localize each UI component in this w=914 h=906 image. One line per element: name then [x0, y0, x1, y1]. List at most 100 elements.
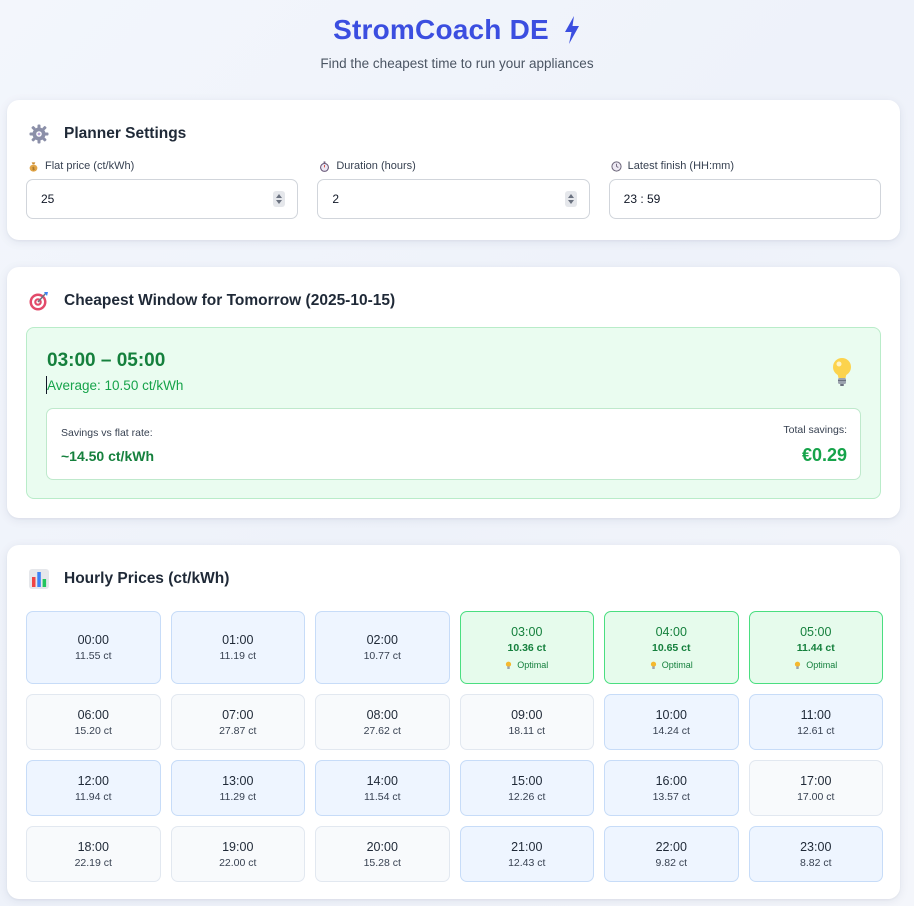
hour-tile-2100: 21:00 12.43 ct: [459, 826, 594, 882]
hour-tile-0400: 04:00 10.65 ct Optimal: [604, 611, 739, 684]
hour-time: 04:00: [655, 625, 687, 639]
hour-price: 13.57 ct: [652, 790, 690, 803]
hour-time: 05:00: [800, 625, 832, 639]
hour-price: 8.82 ct: [799, 856, 832, 869]
flat-price-stepper[interactable]: [273, 191, 286, 207]
hour-tile-2000: 20:00 15.28 ct: [315, 826, 450, 882]
duration-label-text: Duration (hours): [336, 160, 416, 172]
duration-field: Duration (hours) 2: [317, 160, 590, 219]
hour-tile-0900: 09:00 18.11 ct: [459, 694, 594, 750]
hour-price: 22.00 ct: [219, 856, 257, 869]
duration-label: Duration (hours): [317, 160, 589, 172]
cheapest-result-box: 03:00 – 05:00 Average: 10.50 ct/kWh Savi…: [26, 327, 881, 499]
flat-price-label-text: Flat price (ct/kWh): [45, 160, 135, 172]
bolt-icon: [564, 16, 579, 44]
savings-value: ~14.50 ct/kWh: [61, 448, 154, 464]
hour-price: 11.94 ct: [74, 790, 112, 803]
hour-time: 13:00: [222, 773, 254, 788]
cheapest-window-card: Cheapest Window for Tomorrow (2025-10-15…: [7, 267, 900, 518]
hour-price: 17.00 ct: [797, 790, 835, 803]
settings-fields: $ Flat price (ct/kWh) 25 Duration (hours…: [26, 160, 881, 219]
target-icon: [29, 292, 48, 311]
hour-time: 02:00: [366, 633, 398, 647]
hourly-prices-title: Hourly Prices (ct/kWh): [26, 545, 881, 590]
hour-time: 18:00: [77, 839, 109, 854]
hourly-prices-heading: Hourly Prices (ct/kWh): [64, 570, 230, 587]
cheapest-window-heading: Cheapest Window for Tomorrow (2025-10-15…: [64, 292, 396, 309]
app-title-text: StromCoach DE: [333, 14, 549, 45]
window-time-range: 03:00 – 05:00: [47, 350, 166, 371]
clock-icon: [611, 160, 622, 172]
page-header: StromCoach DE Find the cheapest time to …: [0, 0, 914, 98]
hour-time: 07:00: [222, 707, 254, 722]
hour-price: 18.11 ct: [508, 724, 546, 737]
window-average-price: Average: 10.50 ct/kWh: [47, 378, 184, 393]
hour-price: 15.28 ct: [363, 856, 401, 869]
hour-time: 10:00: [655, 707, 687, 722]
hour-tile-0000: 00:00 11.55 ct: [26, 611, 161, 684]
duration-stepper[interactable]: [564, 191, 577, 207]
total-savings-value: €0.29: [801, 445, 847, 465]
flat-price-value: 25: [41, 192, 55, 206]
duration-value: 2: [332, 192, 340, 206]
optimal-badge: Optimal: [794, 660, 837, 670]
hour-tile-1800: 18:00 22.19 ct: [26, 826, 161, 882]
flat-price-input[interactable]: 25: [26, 179, 299, 219]
optimal-badge: Optimal: [505, 660, 548, 670]
app-title: StromCoach DE: [333, 14, 581, 46]
planner-settings-title: Planner Settings: [26, 100, 881, 145]
hour-tile-1100: 11:00 12.61 ct: [748, 694, 883, 750]
hour-price: 11.19 ct: [219, 650, 257, 662]
total-savings-label: Total savings:: [783, 424, 847, 436]
hour-time: 03:00: [511, 625, 543, 639]
hour-time: 01:00: [222, 633, 254, 647]
hour-price: 12.43 ct: [508, 856, 546, 869]
savings-label: Savings vs flat rate:: [61, 427, 153, 439]
hour-tile-0300: 03:00 10.36 ct Optimal: [459, 611, 594, 684]
hour-tile-1700: 17:00 17.00 ct: [748, 760, 883, 816]
hour-time: 16:00: [655, 773, 687, 788]
hour-time: 12:00: [77, 773, 109, 788]
cheapest-window-title: Cheapest Window for Tomorrow (2025-10-15…: [26, 267, 881, 312]
hour-tile-1500: 15:00 12.26 ct: [459, 760, 594, 816]
hour-tile-0700: 07:00 27.87 ct: [170, 694, 305, 750]
money-bag-icon: $: [29, 161, 38, 172]
hour-tile-1900: 19:00 22.00 ct: [170, 826, 305, 882]
optimal-label: Optimal: [517, 660, 549, 670]
hour-time: 21:00: [511, 839, 543, 854]
hour-price: 15.20 ct: [74, 724, 112, 737]
latest-finish-field: Latest finish (HH:mm) 23 : 59: [608, 160, 881, 219]
hour-price: 9.82 ct: [655, 856, 688, 869]
hour-price: 14.24 ct: [652, 724, 690, 737]
lightbulb-icon: [650, 661, 656, 669]
latest-finish-value: 23 : 59: [623, 192, 661, 206]
hour-time: 20:00: [366, 839, 398, 854]
hour-tile-0200: 02:00 10.77 ct: [315, 611, 450, 684]
latest-finish-input[interactable]: 23 : 59: [608, 179, 881, 219]
latest-finish-label: Latest finish (HH:mm): [609, 160, 881, 172]
hour-price: 22.19 ct: [74, 856, 112, 869]
hour-price: 10.77 ct: [363, 650, 401, 662]
app-subtitle: Find the cheapest time to run your appli…: [320, 56, 594, 71]
hour-tile-1000: 10:00 14.24 ct: [604, 694, 739, 750]
hourly-prices-card: Hourly Prices (ct/kWh) 00:00 11.55 ct 01:0…: [7, 545, 900, 899]
optimal-label: Optimal: [661, 660, 693, 670]
hour-time: 19:00: [222, 839, 254, 854]
hour-tile-2200: 22:00 9.82 ct: [604, 826, 739, 882]
hour-price: 11.55 ct: [74, 650, 112, 662]
hour-tile-0100: 01:00 11.19 ct: [170, 611, 305, 684]
duration-input[interactable]: 2: [317, 179, 590, 219]
hour-price: 12.26 ct: [508, 790, 546, 803]
hour-price: 27.87 ct: [219, 724, 257, 737]
hour-tile-1600: 16:00 13.57 ct: [604, 760, 739, 816]
hour-price: 10.36 ct: [507, 642, 547, 654]
lightbulb-icon: [833, 358, 851, 386]
latest-finish-label-text: Latest finish (HH:mm): [627, 160, 735, 172]
hour-price: 27.62 ct: [363, 724, 401, 737]
hour-time: 11:00: [800, 707, 831, 722]
optimal-badge: Optimal: [650, 660, 693, 670]
hour-time: 08:00: [366, 707, 398, 722]
flat-price-label: $ Flat price (ct/kWh): [26, 160, 298, 172]
hour-price: 11.54 ct: [363, 790, 401, 803]
hour-time: 23:00: [800, 839, 832, 854]
